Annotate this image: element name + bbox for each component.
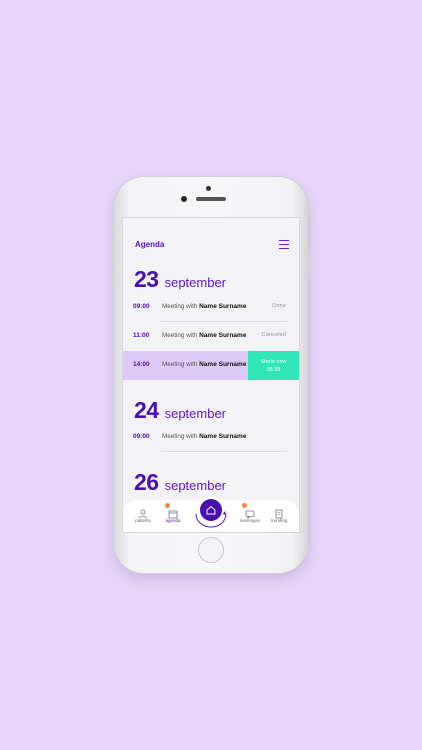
earpiece-speaker: [196, 197, 226, 201]
day-header: 23 september: [134, 266, 226, 296]
person-icon: [138, 506, 148, 519]
day-number: 26: [134, 469, 159, 495]
notification-badge: [242, 503, 247, 508]
appointment-description: Meeting with Name Surname: [162, 303, 247, 310]
appointment-time: 09:00: [133, 433, 150, 440]
appointment-time: 09:00: [133, 303, 150, 310]
proximity-sensor: [206, 186, 211, 191]
row-divider: [161, 451, 287, 452]
appointment-description: Meeting with Name Surname: [162, 332, 247, 339]
chat-icon: [242, 503, 255, 520]
appointment-row[interactable]: 09:00 Meeting with Name Surname: [123, 423, 299, 452]
notification-badge: [165, 503, 170, 508]
day-number: 24: [134, 397, 159, 423]
tab-agenda[interactable]: agenda: [157, 503, 189, 523]
day-number: 23: [134, 266, 159, 292]
appointment-row[interactable]: 09:00 Meeting with Name Surname Done: [123, 293, 299, 322]
appointment-row[interactable]: 11:00 Meeting with Name Surname Canceled: [123, 322, 299, 351]
page-title: Agenda: [135, 240, 165, 249]
day-month: september: [164, 478, 227, 493]
appointment-status: Canceled: [261, 332, 287, 338]
appointment-time: 14:00: [133, 361, 150, 368]
appointment-status: Done: [272, 303, 286, 309]
day-month: september: [164, 275, 227, 290]
tab-messages[interactable]: messages: [234, 503, 266, 523]
power-button: [308, 253, 310, 275]
calendar-icon: [165, 503, 178, 519]
day-header: 26 september: [134, 469, 226, 499]
appointment-row-current[interactable]: 14:00 Meeting with Name Surname Starts n…: [123, 351, 299, 380]
bottom-tab-bar: patients agenda messages trending: [123, 499, 299, 532]
day-month: september: [164, 406, 227, 421]
mute-switch: [112, 223, 114, 235]
tab-patients[interactable]: patients: [127, 506, 159, 523]
start-now-button[interactable]: Starts now 05:38: [248, 351, 299, 380]
front-camera: [181, 196, 187, 202]
hamburger-menu-icon[interactable]: [279, 240, 289, 249]
hardware-home-button[interactable]: [198, 537, 224, 563]
appointment-description: Meeting with Name Surname: [162, 361, 247, 368]
appointment-description: Meeting with Name Surname: [162, 433, 247, 440]
app-header: Agenda: [123, 218, 299, 252]
tab-trending[interactable]: trending: [263, 506, 295, 523]
home-icon: [206, 505, 216, 515]
document-icon: [274, 506, 284, 519]
tab-home[interactable]: [200, 499, 222, 521]
appointment-time: 11:00: [133, 332, 150, 339]
app-screen: Agenda 23 september 09:00 Meeting with Na…: [122, 217, 300, 533]
volume-up-button: [112, 243, 114, 263]
volume-down-button: [112, 269, 114, 289]
phone-mockup: Agenda 23 september 09:00 Meeting with Na…: [112, 177, 310, 573]
